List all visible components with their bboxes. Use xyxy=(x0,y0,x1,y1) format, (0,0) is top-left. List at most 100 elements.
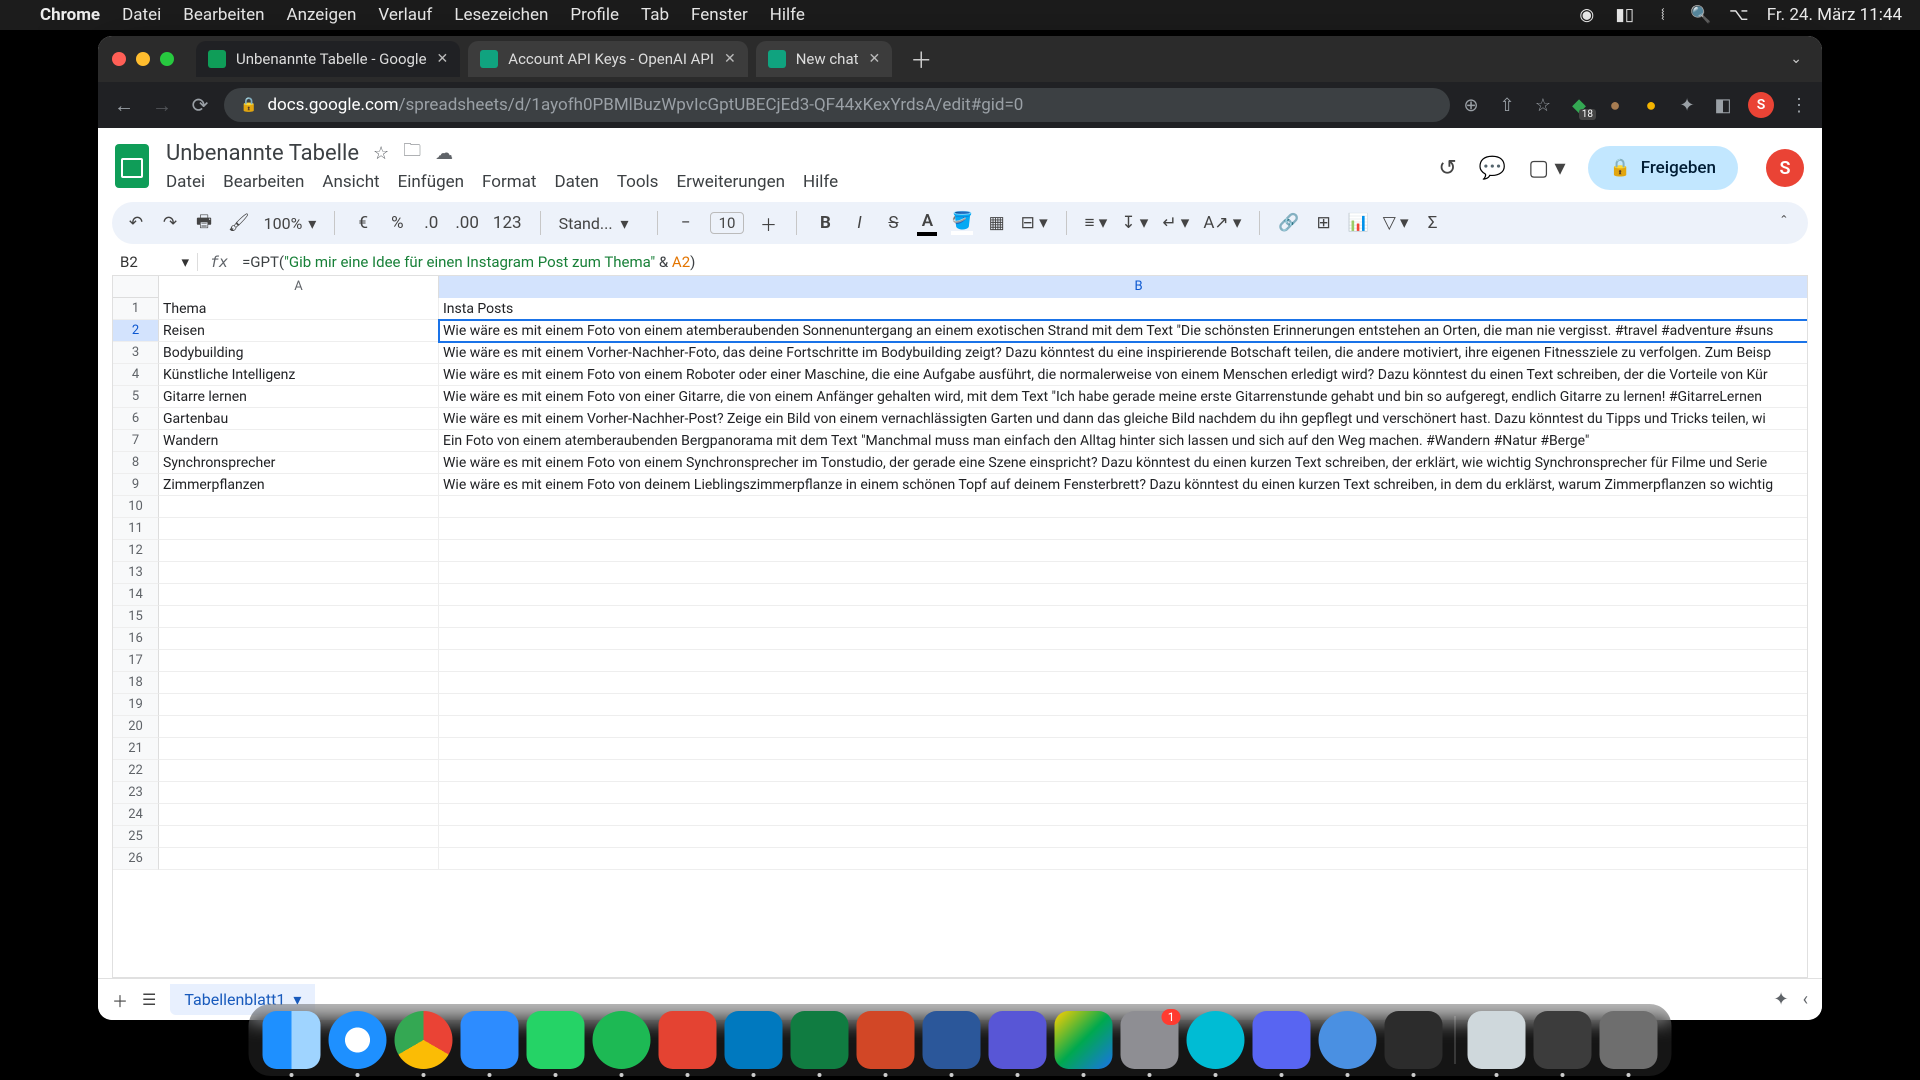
menubar-item[interactable]: Lesezeichen xyxy=(454,5,548,25)
filter-button[interactable]: ▽ ▾ xyxy=(1383,213,1409,233)
meet-icon[interactable]: ▢ ▾ xyxy=(1528,156,1565,181)
minimize-window-button[interactable] xyxy=(136,52,150,66)
row-header[interactable]: 18 xyxy=(113,672,159,694)
dock-item-settings[interactable]: 1 xyxy=(1121,1011,1179,1069)
menubar-clock[interactable]: Fr. 24. März 11:44 xyxy=(1767,5,1902,25)
cell[interactable] xyxy=(159,562,439,584)
dock-item-whatsapp[interactable] xyxy=(527,1011,585,1069)
link-button[interactable]: 🔗 xyxy=(1278,213,1299,233)
cell[interactable] xyxy=(439,562,1808,584)
dock-item-imovie[interactable] xyxy=(989,1011,1047,1069)
extensions-menu-icon[interactable]: ✦ xyxy=(1676,95,1698,116)
cell[interactable] xyxy=(439,782,1808,804)
side-panel-toggle-icon[interactable]: ‹ xyxy=(1803,989,1808,1010)
share-button[interactable]: 🔒 Freigeben xyxy=(1588,146,1738,190)
row-header[interactable]: 24 xyxy=(113,804,159,826)
menu-item[interactable]: Format xyxy=(482,172,536,192)
cell[interactable] xyxy=(439,716,1808,738)
menubar-app-name[interactable]: Chrome xyxy=(40,5,100,25)
row-header[interactable]: 22 xyxy=(113,760,159,782)
row-header[interactable]: 17 xyxy=(113,650,159,672)
redo-button[interactable]: ↷ xyxy=(160,213,180,233)
merge-button[interactable]: ⊟ ▾ xyxy=(1021,213,1048,233)
chart-button[interactable]: 📊 xyxy=(1348,213,1369,233)
cell[interactable] xyxy=(439,606,1808,628)
close-tab-icon[interactable]: ✕ xyxy=(869,51,881,67)
cell[interactable]: Wie wäre es mit einem Foto von einem Rob… xyxy=(439,364,1808,386)
row-header[interactable]: 9 xyxy=(113,474,159,496)
dock-item-app-blue[interactable] xyxy=(1187,1011,1245,1069)
control-center-icon[interactable]: ⌥ xyxy=(1729,5,1749,25)
extension-icon[interactable]: ◆18 xyxy=(1568,95,1590,116)
cell[interactable] xyxy=(439,694,1808,716)
screen-record-icon[interactable]: ◉ xyxy=(1577,5,1597,25)
cell[interactable] xyxy=(159,738,439,760)
menu-item[interactable]: Ansicht xyxy=(322,172,379,192)
cell[interactable] xyxy=(159,540,439,562)
dock-item-quicktime[interactable] xyxy=(1319,1011,1377,1069)
row-header[interactable]: 15 xyxy=(113,606,159,628)
row-header[interactable]: 16 xyxy=(113,628,159,650)
cell[interactable] xyxy=(439,826,1808,848)
valign-button[interactable]: ↧ ▾ xyxy=(1121,213,1148,233)
close-window-button[interactable] xyxy=(112,52,126,66)
print-button[interactable]: 🖶 xyxy=(194,209,214,238)
text-color-button[interactable]: A xyxy=(917,211,937,236)
cell[interactable]: Ein Foto von einem atemberaubenden Bergp… xyxy=(439,430,1808,452)
tab-list-dropdown-icon[interactable]: ⌄ xyxy=(1790,51,1808,67)
dock-item-audio[interactable] xyxy=(1385,1011,1443,1069)
cell[interactable]: Gitarre lernen xyxy=(159,386,439,408)
menubar-item[interactable]: Datei xyxy=(122,5,161,25)
back-button[interactable]: ← xyxy=(110,93,138,118)
reload-button[interactable]: ⟳ xyxy=(186,93,214,117)
bookmark-icon[interactable]: ☆ xyxy=(1532,95,1554,116)
row-header[interactable]: 10 xyxy=(113,496,159,518)
cell[interactable]: Bodybuilding xyxy=(159,342,439,364)
browser-tab[interactable]: New chat ✕ xyxy=(756,41,893,77)
cell[interactable] xyxy=(439,650,1808,672)
cell[interactable]: Künstliche Intelligenz xyxy=(159,364,439,386)
fill-color-button[interactable]: 🪣 xyxy=(951,211,972,235)
dock-item-preview[interactable] xyxy=(1468,1011,1526,1069)
cell[interactable] xyxy=(439,804,1808,826)
document-title[interactable]: Unbenannte Tabelle xyxy=(166,141,359,166)
cell[interactable] xyxy=(159,650,439,672)
cell[interactable]: Wie wäre es mit einem Foto von einem ate… xyxy=(439,320,1808,342)
cell[interactable]: Gartenbau xyxy=(159,408,439,430)
move-icon[interactable]: 🗀 xyxy=(403,138,421,168)
history-icon[interactable]: ↺ xyxy=(1438,156,1456,181)
cell[interactable] xyxy=(159,628,439,650)
row-header[interactable]: 26 xyxy=(113,848,159,870)
menubar-item[interactable]: Profile xyxy=(570,5,619,25)
cell[interactable]: Synchronsprecher xyxy=(159,452,439,474)
decrease-font-button[interactable]: − xyxy=(676,213,696,233)
menubar-item[interactable]: Bearbeiten xyxy=(183,5,264,25)
cell[interactable] xyxy=(159,606,439,628)
rotate-button[interactable]: A↗ ▾ xyxy=(1203,213,1241,233)
close-tab-icon[interactable]: ✕ xyxy=(724,51,736,67)
formula-input[interactable]: =GPT("Gib mir eine Idee für einen Instag… xyxy=(240,253,1808,271)
paint-format-button[interactable]: 🖌 xyxy=(228,213,250,233)
functions-button[interactable]: Σ xyxy=(1423,213,1443,233)
explore-button[interactable]: ✦ xyxy=(1774,989,1789,1010)
menu-item[interactable]: Datei xyxy=(166,172,205,192)
row-header[interactable]: 2 xyxy=(113,320,159,342)
share-icon[interactable]: ⇧ xyxy=(1496,95,1518,116)
select-all-corner[interactable] xyxy=(113,276,159,298)
new-tab-button[interactable]: ＋ xyxy=(900,43,942,75)
menu-item[interactable]: Daten xyxy=(554,172,598,192)
cell[interactable] xyxy=(159,848,439,870)
account-avatar[interactable]: S xyxy=(1766,149,1804,187)
row-header[interactable]: 3 xyxy=(113,342,159,364)
increase-font-button[interactable]: ＋ xyxy=(758,211,778,236)
dock-item-trello[interactable] xyxy=(725,1011,783,1069)
cell[interactable] xyxy=(159,584,439,606)
row-header[interactable]: 25 xyxy=(113,826,159,848)
dock-item-excel[interactable] xyxy=(791,1011,849,1069)
cell[interactable]: Zimmerpflanzen xyxy=(159,474,439,496)
cell[interactable]: Reisen xyxy=(159,320,439,342)
zoom-dropdown[interactable]: 100% ▾ xyxy=(264,214,317,233)
row-header[interactable]: 21 xyxy=(113,738,159,760)
wrap-button[interactable]: ↵ ▾ xyxy=(1162,213,1189,233)
row-header[interactable]: 11 xyxy=(113,518,159,540)
